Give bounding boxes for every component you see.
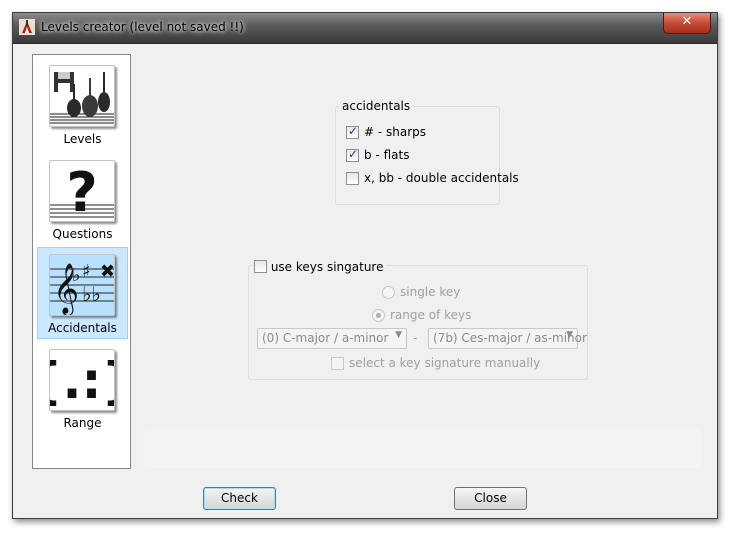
sharps-checkbox[interactable] xyxy=(346,124,359,139)
svg-text:{.:}: {.:} xyxy=(50,352,114,410)
sidebar-item-range[interactable]: {.:} Range xyxy=(37,342,128,434)
flats-label: b - flats xyxy=(364,148,410,162)
range-separator: - xyxy=(413,331,418,345)
chevron-down-icon: ▼ xyxy=(566,330,573,340)
window-title: Levels creator (level not saved !!) xyxy=(41,20,244,34)
svg-text:?: ? xyxy=(66,161,97,221)
sidebar-item-label: Questions xyxy=(52,227,113,241)
accidentals-legend: accidentals xyxy=(339,99,414,113)
svg-text:♯: ♯ xyxy=(82,261,91,282)
svg-text:♭: ♭ xyxy=(72,265,81,286)
range-of-keys-label: range of keys xyxy=(390,308,472,322)
close-button[interactable]: Close xyxy=(454,487,527,510)
to-key-dropdown[interactable]: (7b) Ces-major / as-minor ▼ xyxy=(428,328,587,349)
app-icon[interactable] xyxy=(19,19,35,35)
braces-range-icon: {.:} xyxy=(49,349,115,411)
levels-instruments-icon xyxy=(49,65,115,127)
sidebar-item-accidentals[interactable]: 𝄞 ♭ ♯ ♭♭ ✖ Accidentals xyxy=(37,247,128,339)
from-key-dropdown[interactable]: (0) C-major / a-minor ▼ xyxy=(257,328,407,349)
keys-signature-groupbox: use keys singature single key range of k… xyxy=(248,258,588,380)
use-keys-checkbox[interactable] xyxy=(254,260,267,273)
sidebar-item-questions[interactable]: ? Questions xyxy=(37,153,128,245)
close-window-button[interactable]: ✕ xyxy=(663,13,711,34)
sidebar-item-label: Accidentals xyxy=(48,321,117,335)
flats-checkbox[interactable] xyxy=(346,147,359,162)
sidebar-item-label: Range xyxy=(63,416,102,430)
status-panel xyxy=(144,429,701,469)
svg-text:♭♭: ♭♭ xyxy=(82,282,101,306)
chevron-down-icon: ▼ xyxy=(395,330,402,340)
sharps-label: # - sharps xyxy=(364,125,427,139)
from-key-value: (0) C-major / a-minor xyxy=(262,331,389,345)
svg-text:✖: ✖ xyxy=(100,261,114,282)
levels-creator-window: Levels creator (level not saved !!) ✕ Le… xyxy=(12,12,718,519)
single-key-radio[interactable] xyxy=(382,286,395,299)
sidebar-item-label: Levels xyxy=(63,132,102,146)
question-mark-icon: ? xyxy=(49,160,115,222)
manual-key-checkbox[interactable] xyxy=(331,357,344,370)
double-accidentals-checkbox[interactable] xyxy=(346,172,359,185)
single-key-label: single key xyxy=(400,285,461,299)
treble-clef-accidentals-icon: 𝄞 ♭ ♯ ♭♭ ✖ xyxy=(49,254,115,316)
to-key-value: (7b) Ces-major / as-minor xyxy=(433,331,587,345)
dialog-content: Levels ? Questions 𝄞 ♭ ♯ ♭♭ ✖ Accidental… xyxy=(19,44,711,512)
range-of-keys-radio[interactable] xyxy=(372,309,385,322)
sidebar-nav: Levels ? Questions 𝄞 ♭ ♯ ♭♭ ✖ Accidental… xyxy=(32,54,131,469)
title-bar[interactable]: Levels creator (level not saved !!) ✕ xyxy=(13,13,717,44)
check-button[interactable]: Check xyxy=(203,487,276,510)
accidentals-groupbox: accidentals # - sharps b - flats x, bb -… xyxy=(335,99,519,205)
double-accidentals-label: x, bb - double accidentals xyxy=(364,171,519,185)
use-keys-label: use keys singature xyxy=(270,260,384,274)
manual-key-label: select a key signature manually xyxy=(349,356,541,370)
use-keys-checkbox-row[interactable]: use keys singature xyxy=(252,258,387,274)
sidebar-item-levels[interactable]: Levels xyxy=(37,58,128,150)
